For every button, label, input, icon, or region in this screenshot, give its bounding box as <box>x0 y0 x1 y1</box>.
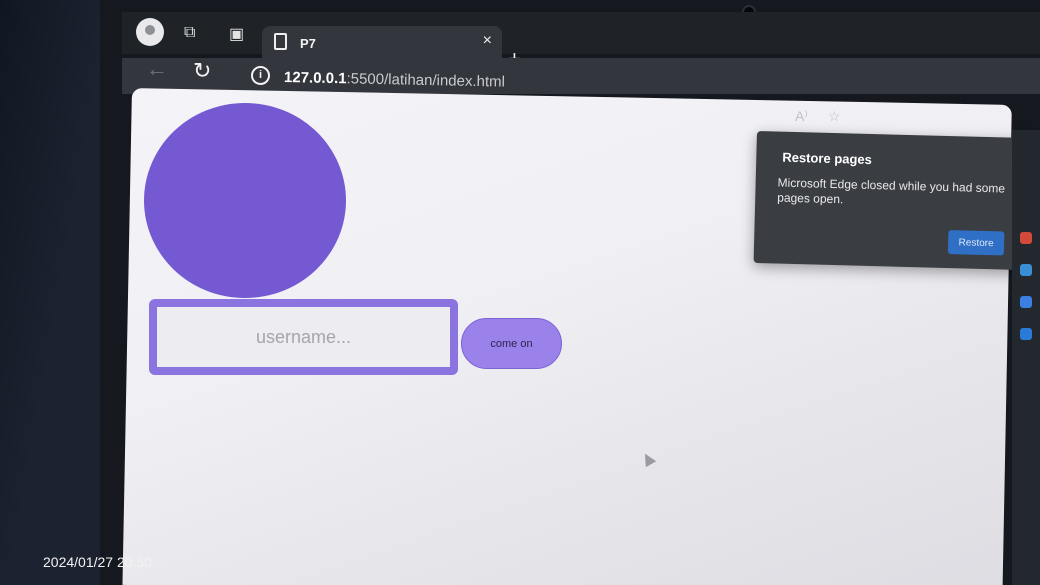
sidebar-app-icon[interactable] <box>1020 232 1032 244</box>
favorite-star-icon[interactable]: ☆ <box>828 108 841 125</box>
site-info-icon[interactable]: i <box>251 66 270 85</box>
workspaces-icon[interactable]: ⧉ <box>184 24 195 42</box>
restore-button[interactable]: Restore <box>947 230 1005 256</box>
photo-timestamp: 2024/01/27 20:50 <box>43 554 152 570</box>
reload-button[interactable]: ↻ <box>193 58 211 84</box>
come-on-button[interactable]: come on <box>461 318 562 369</box>
tab-title: P7 <box>300 36 316 51</box>
sidebar-app-icon[interactable] <box>1020 264 1032 276</box>
sidebar-app-icon[interactable] <box>1020 296 1032 308</box>
username-input[interactable] <box>157 307 450 367</box>
url-path: :5500/latihan/index.html <box>346 70 506 91</box>
profile-button[interactable] <box>136 18 164 46</box>
username-input-box <box>149 299 458 375</box>
tab-bar <box>122 12 1040 54</box>
tab-actions-icon[interactable]: ▣ <box>229 24 244 44</box>
document-icon <box>274 33 287 50</box>
popup-title: Restore pages <box>782 149 873 168</box>
purple-circle <box>144 103 346 298</box>
popup-message: Microsoft Edge closed while you had some… <box>777 175 1006 207</box>
read-aloud-icon[interactable]: A⁾ <box>795 108 808 125</box>
profile-icon <box>145 25 155 35</box>
back-button[interactable]: ← <box>146 56 168 82</box>
restore-pages-popup: Restore pages ✕ Microsoft Edge closed wh… <box>753 131 1033 271</box>
url-host: 127.0.0.1 <box>283 69 347 88</box>
sidebar-app-icon[interactable] <box>1020 328 1032 340</box>
edge-sidebar <box>1012 130 1040 585</box>
tab-p7[interactable]: P7 × <box>262 26 502 60</box>
tab-close-button[interactable]: × <box>483 32 492 50</box>
